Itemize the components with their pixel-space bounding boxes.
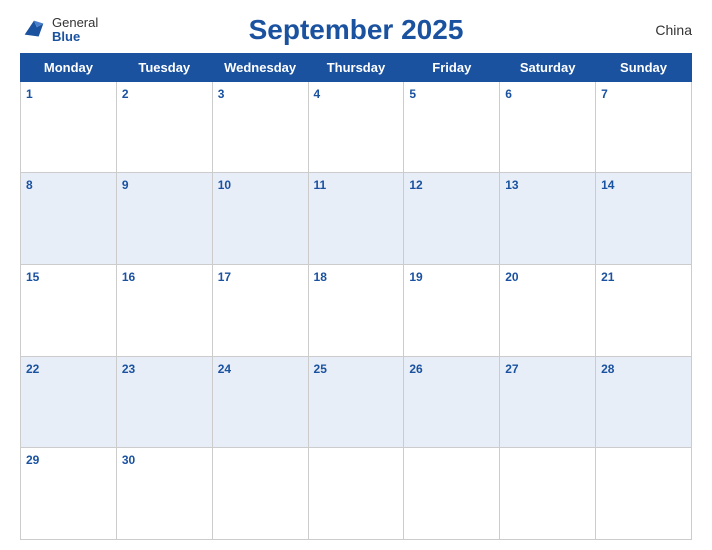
day-number: 13 [505, 178, 518, 192]
calendar-cell [500, 448, 596, 540]
calendar-cell: 6 [500, 81, 596, 173]
calendar-cell: 22 [21, 356, 117, 448]
calendar-week-row: 1 2 3 4 5 6 7 [21, 81, 692, 173]
day-number: 28 [601, 362, 614, 376]
weekday-header-monday: Monday [21, 53, 117, 81]
calendar-table: MondayTuesdayWednesdayThursdayFridaySatu… [20, 53, 692, 540]
calendar-cell: 20 [500, 264, 596, 356]
calendar-cell: 1 [21, 81, 117, 173]
day-number: 27 [505, 362, 518, 376]
calendar-cell: 12 [404, 173, 500, 265]
day-number: 5 [409, 87, 416, 101]
calendar-cell: 10 [212, 173, 308, 265]
calendar-cell: 23 [116, 356, 212, 448]
calendar-cell: 15 [21, 264, 117, 356]
day-number: 25 [314, 362, 327, 376]
calendar-cell: 25 [308, 356, 404, 448]
logo-bird-icon [20, 16, 48, 44]
logo-text: General Blue [52, 16, 98, 45]
calendar-cell: 2 [116, 81, 212, 173]
calendar-cell: 3 [212, 81, 308, 173]
calendar-cell: 21 [596, 264, 692, 356]
calendar-week-row: 22 23 24 25 26 27 28 [21, 356, 692, 448]
calendar-cell: 28 [596, 356, 692, 448]
day-number: 22 [26, 362, 39, 376]
day-number: 16 [122, 270, 135, 284]
calendar-cell [404, 448, 500, 540]
weekday-header-wednesday: Wednesday [212, 53, 308, 81]
weekday-header-thursday: Thursday [308, 53, 404, 81]
calendar-cell: 29 [21, 448, 117, 540]
calendar-title: September 2025 [249, 14, 464, 46]
calendar-cell: 9 [116, 173, 212, 265]
day-number: 20 [505, 270, 518, 284]
calendar-cell: 8 [21, 173, 117, 265]
day-number: 26 [409, 362, 422, 376]
calendar-cell: 19 [404, 264, 500, 356]
day-number: 19 [409, 270, 422, 284]
day-number: 21 [601, 270, 614, 284]
day-number: 2 [122, 87, 129, 101]
calendar-cell [212, 448, 308, 540]
calendar-cell: 5 [404, 81, 500, 173]
calendar-week-row: 29 30 [21, 448, 692, 540]
day-number: 14 [601, 178, 614, 192]
calendar-cell: 27 [500, 356, 596, 448]
day-number: 10 [218, 178, 231, 192]
weekday-header-row: MondayTuesdayWednesdayThursdayFridaySatu… [21, 53, 692, 81]
day-number: 24 [218, 362, 231, 376]
day-number: 8 [26, 178, 33, 192]
calendar-cell: 24 [212, 356, 308, 448]
calendar-cell: 11 [308, 173, 404, 265]
calendar-week-row: 8 9 10 11 12 13 14 [21, 173, 692, 265]
logo: General Blue [20, 16, 98, 45]
day-number: 17 [218, 270, 231, 284]
calendar-cell: 17 [212, 264, 308, 356]
country-label: China [655, 22, 692, 38]
calendar-cell: 4 [308, 81, 404, 173]
weekday-header-tuesday: Tuesday [116, 53, 212, 81]
day-number: 4 [314, 87, 321, 101]
logo-general-label: General [52, 16, 98, 30]
calendar-cell: 14 [596, 173, 692, 265]
day-number: 15 [26, 270, 39, 284]
logo-blue-label: Blue [52, 30, 98, 44]
day-number: 9 [122, 178, 129, 192]
calendar-header: General Blue September 2025 China [20, 10, 692, 53]
calendar-cell: 7 [596, 81, 692, 173]
day-number: 6 [505, 87, 512, 101]
calendar-cell [596, 448, 692, 540]
weekday-header-saturday: Saturday [500, 53, 596, 81]
day-number: 29 [26, 453, 39, 467]
calendar-cell: 30 [116, 448, 212, 540]
calendar-cell: 26 [404, 356, 500, 448]
day-number: 30 [122, 453, 135, 467]
calendar-cell: 13 [500, 173, 596, 265]
day-number: 1 [26, 87, 33, 101]
day-number: 7 [601, 87, 608, 101]
day-number: 23 [122, 362, 135, 376]
weekday-header-friday: Friday [404, 53, 500, 81]
calendar-cell [308, 448, 404, 540]
day-number: 18 [314, 270, 327, 284]
day-number: 11 [314, 178, 327, 192]
calendar-cell: 16 [116, 264, 212, 356]
calendar-week-row: 15 16 17 18 19 20 21 [21, 264, 692, 356]
weekday-header-sunday: Sunday [596, 53, 692, 81]
calendar-cell: 18 [308, 264, 404, 356]
day-number: 3 [218, 87, 225, 101]
day-number: 12 [409, 178, 422, 192]
